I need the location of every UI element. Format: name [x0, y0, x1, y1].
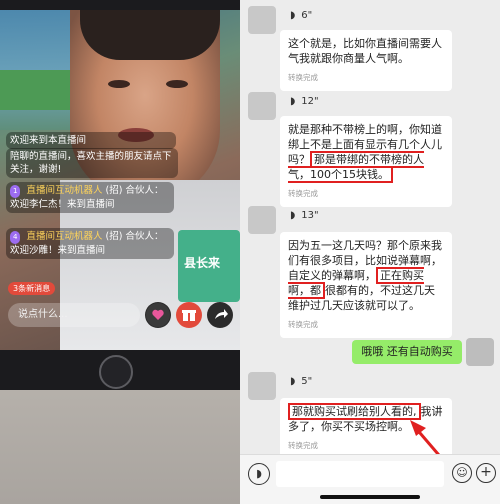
streamer-eye — [166, 80, 188, 88]
plus-icon: + — [480, 464, 492, 480]
stream-chat-text: 欢迎来到本直播间 — [10, 135, 87, 146]
my-message-bubble[interactable]: 哦哦 还有自动购买 — [352, 340, 462, 364]
gift-icon — [182, 310, 196, 321]
promo-card[interactable]: 县长来 — [178, 230, 240, 302]
stream-chat-message: 4 直播间互动机器人 (招) 合伙人：欢迎沙雕！来到直播间 — [6, 228, 174, 259]
voice-duration[interactable]: ◗ 12" — [290, 96, 319, 107]
stream-chat-nick: 直播间互动机器人 — [26, 185, 103, 196]
convert-status: 转换完成 — [288, 441, 318, 450]
my-avatar — [466, 338, 494, 366]
message-input[interactable] — [276, 461, 444, 487]
promo-text: 县长来 — [184, 256, 221, 270]
live-stream-screen: 欢迎来到本直播间 陪聊的直播间，喜欢主播的朋友请点下关注，谢谢! 1 直播间互动… — [0, 10, 240, 350]
more-options-button[interactable]: + — [476, 463, 496, 483]
level-badge: 4 — [10, 231, 21, 244]
stream-chat-message: 陪聊的直播间，喜欢主播的朋友请点下关注，谢谢! — [6, 148, 178, 178]
contact-avatar — [248, 372, 276, 400]
more-button[interactable] — [145, 302, 171, 328]
streamer-eye — [108, 80, 130, 88]
voice-input-button[interactable]: ◗ — [248, 463, 270, 485]
stream-chat-nick: 直播间互动机器人 — [26, 231, 103, 242]
stream-chat-message: 1 直播间互动机器人 (招) 合伙人：欢迎李仁杰！来到直播间 — [6, 182, 174, 213]
transcription-bubble[interactable]: 因为五一这几天吗？那个原来我们有很多项目，比如说弹幕啊，自定义的弹幕啊， 正在购买… — [280, 232, 452, 338]
emoji-icon: ☺ — [456, 466, 468, 479]
phone-home-button — [99, 355, 133, 389]
home-indicator — [320, 495, 420, 499]
voice-duration[interactable]: ◗ 6" — [290, 10, 312, 21]
transcription-bubble[interactable]: 那就购买试刷给别人看的, 我讲多了，你买不买场控啊。 转换完成 — [280, 398, 452, 459]
voice-wave-icon: ◗ — [290, 10, 296, 21]
chat-screen: ◗ 6" 这个就是，比如你直播间需要人气我就跟你商量人气啊。 转换完成 ◗ 12" … — [240, 0, 500, 504]
transcription-text: 这个就是，比如你直播间需要人气我就跟你商量人气啊。 — [288, 37, 442, 65]
voice-icon: ◗ — [256, 467, 262, 480]
voice-wave-icon: ◗ — [290, 210, 296, 221]
voice-wave-icon: ◗ — [290, 376, 296, 387]
emoji-button[interactable]: ☺ — [452, 463, 472, 483]
share-button[interactable] — [207, 302, 233, 328]
contact-avatar — [248, 206, 276, 234]
stream-background-green — [0, 70, 70, 110]
streamer-hair — [80, 10, 220, 60]
voice-wave-icon: ◗ — [290, 96, 296, 107]
stream-chat-message: 欢迎来到本直播间 — [6, 132, 176, 149]
voice-duration[interactable]: ◗ 13" — [290, 210, 319, 221]
highlighted-text: 那就购买试刷给别人看的, — [288, 403, 421, 420]
convert-status: 转换完成 — [288, 73, 318, 82]
new-messages-badge[interactable]: 3条新消息 — [8, 282, 56, 295]
gift-button[interactable] — [176, 302, 202, 328]
transcription-bubble[interactable]: 这个就是，比如你直播间需要人气我就跟你商量人气啊。 转换完成 — [280, 30, 452, 91]
phone-body: 欢迎来到本直播间 陪聊的直播间，喜欢主播的朋友请点下关注，谢谢! 1 直播间互动… — [0, 0, 240, 390]
stream-chat-text: 陪聊的直播间，喜欢主播的朋友请点下关注，谢谢! — [10, 151, 172, 175]
stream-photo: 欢迎来到本直播间 陪聊的直播间，喜欢主播的朋友请点下关注，谢谢! 1 直播间互动… — [0, 0, 240, 504]
convert-status: 转换完成 — [288, 189, 318, 198]
chat-input-bar: ◗ ☺ + — [240, 454, 500, 504]
contact-avatar — [248, 92, 276, 120]
level-badge: 1 — [10, 185, 21, 198]
convert-status: 转换完成 — [288, 320, 318, 329]
contact-avatar — [248, 6, 276, 34]
voice-duration[interactable]: ◗ 5" — [290, 376, 312, 387]
stream-comment-input[interactable]: 说点什么... — [8, 303, 140, 327]
share-icon — [215, 309, 228, 319]
heart-icon — [146, 303, 170, 327]
transcription-bubble[interactable]: 就是那种不带榜上的啊，你知道绑上不是上面有显示有几个人儿吗？ 那是带绑的不带榜的人… — [280, 116, 452, 207]
